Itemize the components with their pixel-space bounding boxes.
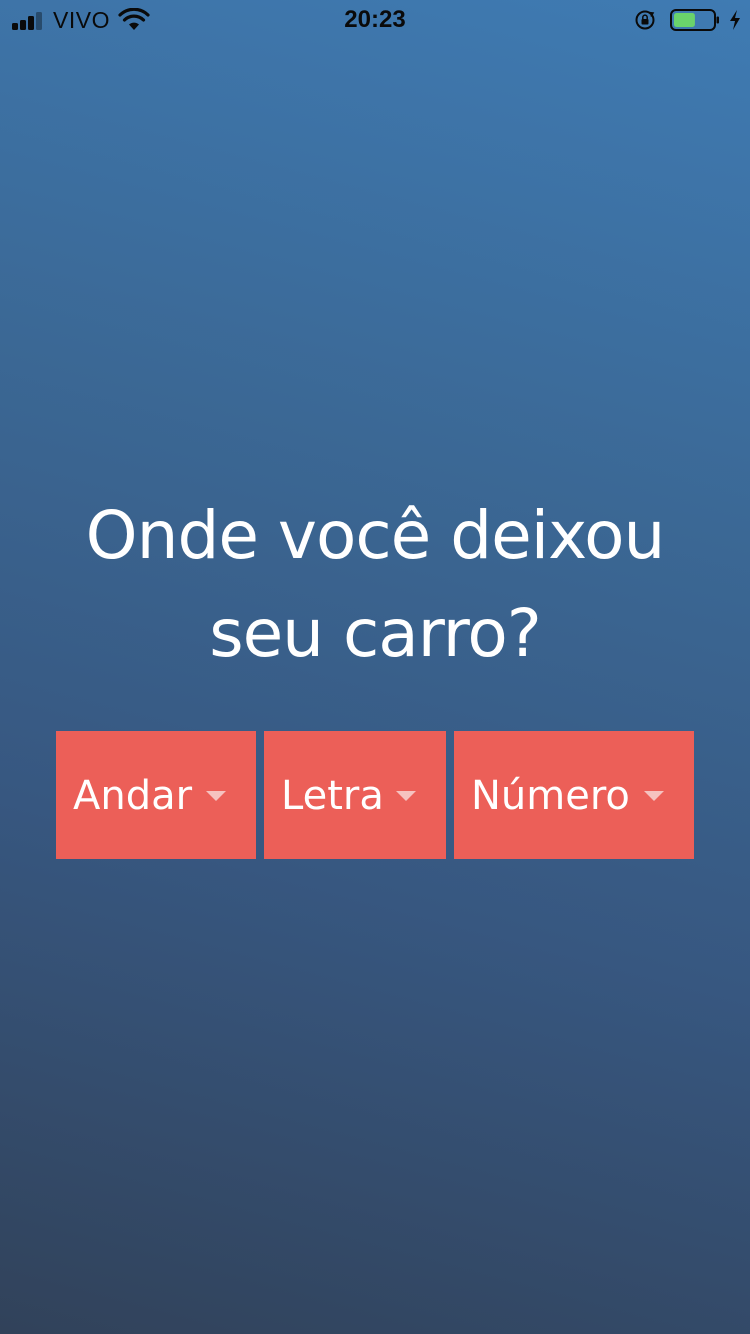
floor-dropdown[interactable]: Andar <box>56 731 256 859</box>
floor-dropdown-label: Andar <box>73 773 193 819</box>
caret-down-icon <box>644 791 664 801</box>
charging-bolt-icon <box>730 10 740 30</box>
letter-dropdown[interactable]: Letra <box>264 731 446 859</box>
number-dropdown[interactable]: Número <box>454 731 694 859</box>
number-dropdown-label: Número <box>471 773 630 819</box>
rotation-lock-icon <box>635 10 655 30</box>
caret-down-icon <box>396 791 416 801</box>
battery-icon <box>670 9 719 31</box>
caret-down-icon <box>206 791 226 801</box>
page-title: Onde você deixou seu carro? <box>85 497 666 672</box>
status-bar: VIVO 20:23 <box>0 0 750 40</box>
letter-dropdown-label: Letra <box>281 773 384 819</box>
app-screen: VIVO 20:23 Onde você deixou seu carro? A… <box>0 0 750 1334</box>
